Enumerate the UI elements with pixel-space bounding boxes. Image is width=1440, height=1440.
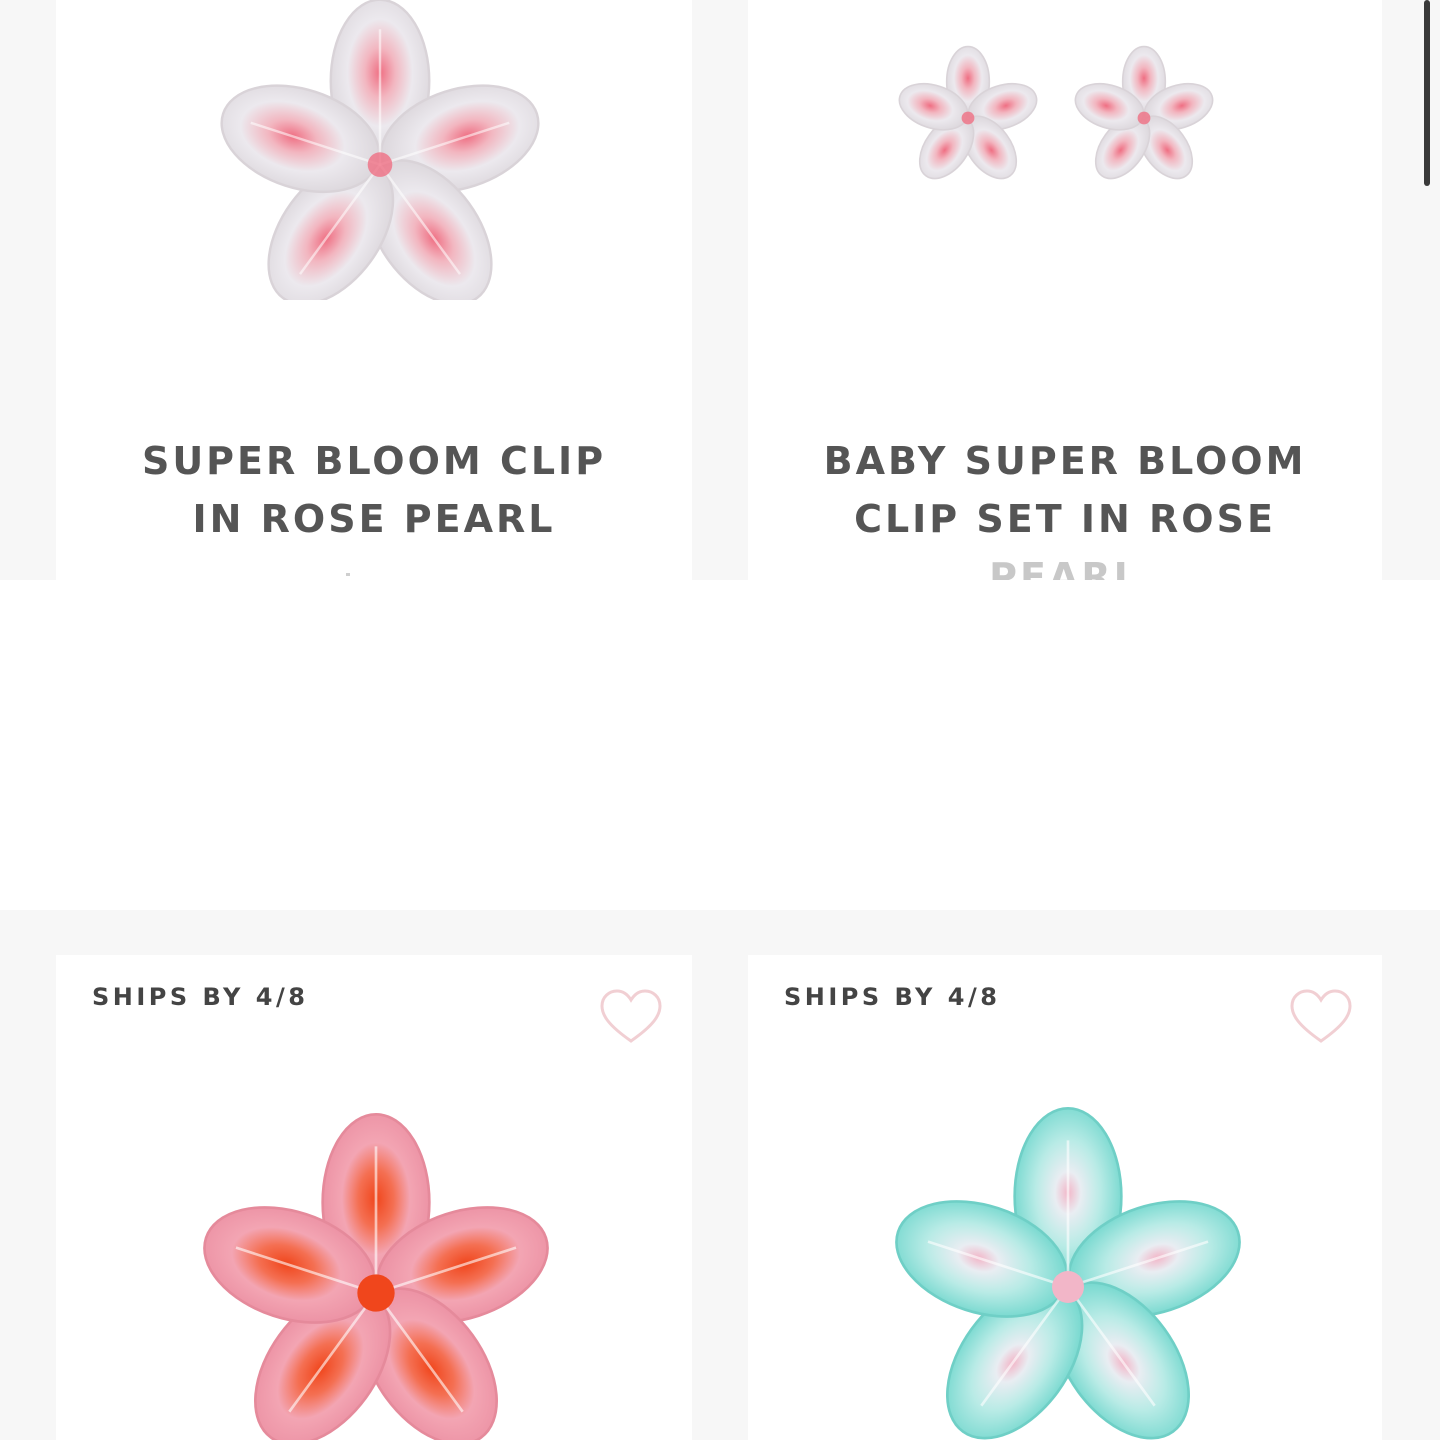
product-image-mint-bloom[interactable] bbox=[868, 1087, 1268, 1440]
blank-band bbox=[0, 580, 1440, 910]
product-card-super-bloom-clip[interactable]: SUPER BLOOM CLIP IN ROSE PEARL bbox=[56, 0, 692, 580]
product-title-line-2[interactable]: IN ROSE PEARL bbox=[56, 490, 692, 548]
heart-icon[interactable] bbox=[598, 987, 664, 1047]
product-image-baby-super-bloom-left[interactable] bbox=[888, 38, 1048, 198]
product-card-mint-bloom[interactable]: SHIPS BY 4/8 bbox=[748, 955, 1382, 1440]
product-title-line-1[interactable]: SUPER BLOOM CLIP bbox=[56, 432, 692, 490]
scrollbar[interactable] bbox=[1424, 0, 1430, 186]
product-image-coral-bloom[interactable] bbox=[176, 1093, 576, 1440]
ships-by-badge: SHIPS BY 4/8 bbox=[92, 983, 309, 1011]
price-text-fragment bbox=[346, 573, 350, 576]
ships-by-badge: SHIPS BY 4/8 bbox=[784, 983, 1001, 1011]
product-image-baby-super-bloom-right[interactable] bbox=[1064, 38, 1224, 198]
product-title-line-2[interactable]: CLIP SET IN ROSE bbox=[748, 490, 1382, 548]
product-card-coral-bloom[interactable]: SHIPS BY 4/8 bbox=[56, 955, 692, 1440]
product-card-baby-super-bloom-set[interactable]: BABY SUPER BLOOM CLIP SET IN ROSE PEARL bbox=[748, 0, 1382, 580]
product-title-line-1[interactable]: BABY SUPER BLOOM bbox=[748, 432, 1382, 490]
product-image-super-bloom-clip[interactable] bbox=[192, 0, 568, 300]
heart-icon[interactable] bbox=[1288, 987, 1354, 1047]
product-title-line-3[interactable]: PEARL bbox=[748, 548, 1382, 580]
